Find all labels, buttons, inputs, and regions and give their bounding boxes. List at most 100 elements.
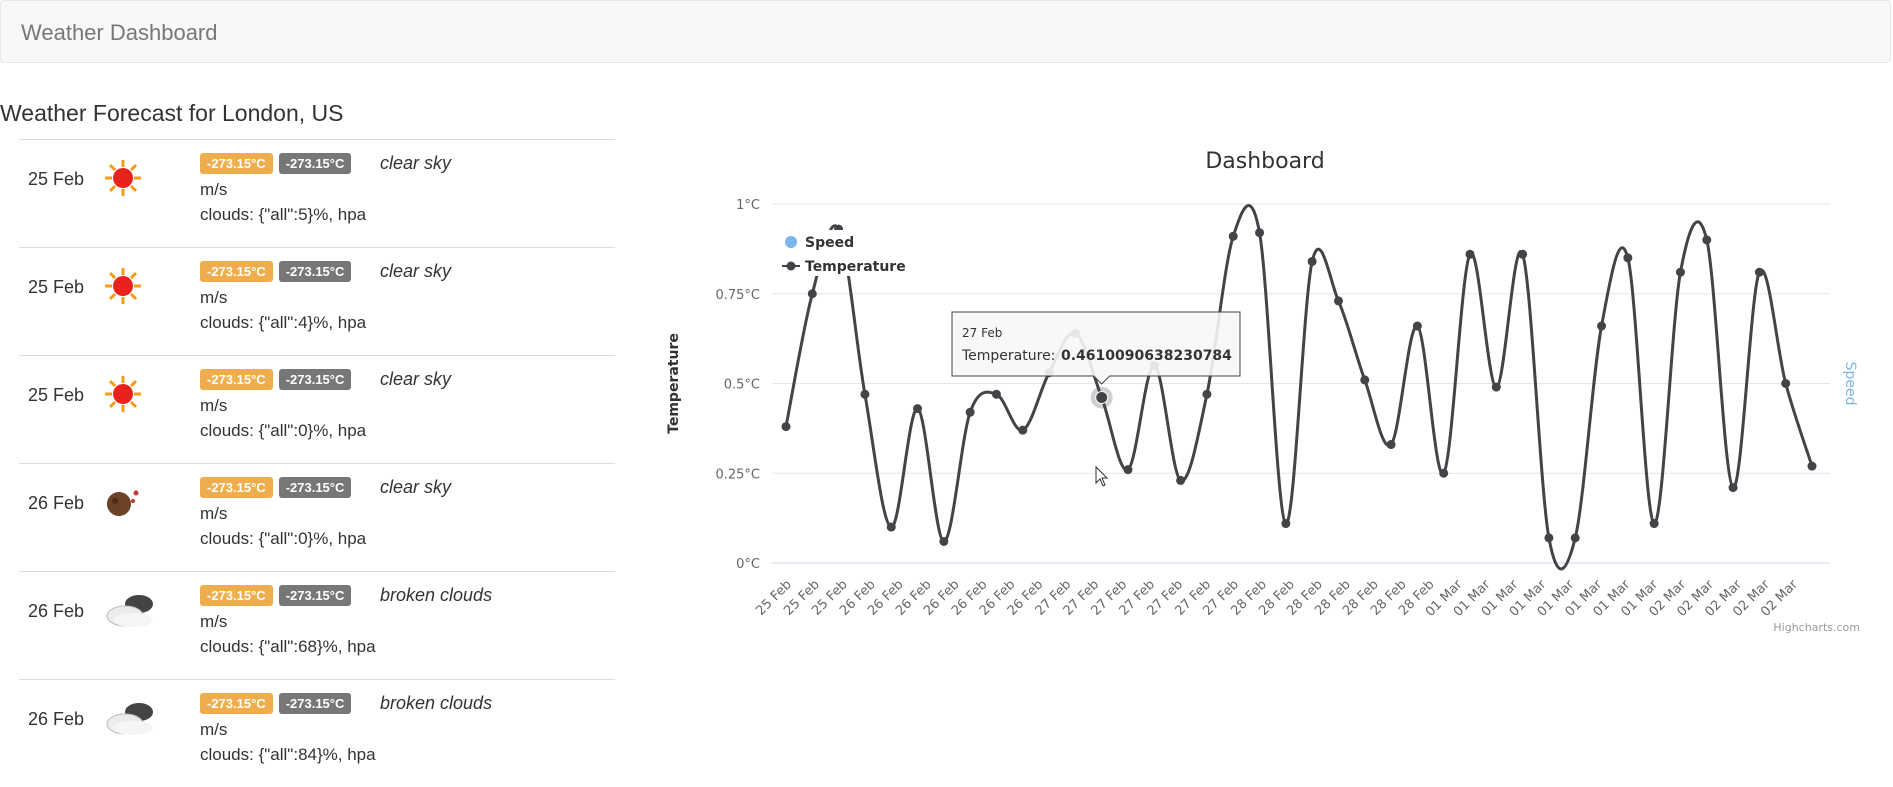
sun-icon: [103, 158, 153, 198]
y-axis-right-label: Speed: [1842, 362, 1858, 406]
weather-description: clear sky: [380, 369, 452, 389]
sun-icon: [103, 374, 153, 414]
temperature-point: [1307, 256, 1317, 266]
temperature-point: [1360, 375, 1370, 385]
temperature-point: [991, 389, 1001, 399]
temp-badges: -273.15°C -273.15°C: [200, 585, 357, 606]
temperature-point: [1754, 267, 1764, 277]
temp-min-badge: -273.15°C: [278, 153, 352, 174]
temperature-point: [860, 389, 870, 399]
temperature-series-line: [784, 204, 1814, 571]
temp-badges: -273.15°C -273.15°C: [200, 261, 357, 282]
weather-description: broken clouds: [380, 693, 493, 713]
wind-speed: m/s: [200, 504, 228, 523]
forecast-row: 26 Feb -273.15°C -273.15°C broken clouds …: [19, 679, 615, 787]
cloud-info: clouds: {"all":4}%, hpa: [200, 313, 367, 332]
wind-speed: m/s: [200, 180, 228, 199]
temperature-point: [1649, 519, 1659, 529]
temperature-point: [807, 289, 817, 299]
y-tick-label: 0.75°C: [715, 288, 760, 303]
y-tick-label: 1°C: [736, 198, 760, 213]
temperature-point: [1018, 425, 1028, 435]
temperature-point: [1491, 382, 1501, 392]
chart-credits[interactable]: Highcharts.com: [1773, 621, 1860, 634]
forecast-date: 25 Feb: [28, 277, 85, 297]
cloud-info: clouds: {"all":84}%, hpa: [200, 745, 376, 764]
y-axis-label: Temperature: [666, 333, 682, 434]
y-tick-label: 0.25°C: [715, 467, 760, 482]
temperature-point: [781, 422, 791, 432]
legend-temp-marker: [786, 261, 796, 271]
temp-badges: -273.15°C -273.15°C: [200, 693, 357, 714]
weather-description: clear sky: [380, 153, 452, 173]
legend-speed-marker: [785, 236, 797, 248]
dashboard-chart[interactable]: Dashboard 0°C 0.25°C 0.5°C 0.75°C 1°C Temperat…: [660, 130, 1880, 640]
wind-speed: m/s: [200, 720, 228, 739]
y-tick-label: 0°C: [736, 557, 760, 572]
temperature-point: [1255, 228, 1265, 238]
chart-tooltip: 27 Feb Temperature: 0.4610090638230784: [951, 311, 1241, 385]
temp-max-badge: -273.15°C: [200, 261, 273, 282]
temperature-point: [886, 522, 896, 532]
forecast-date: 25 Feb: [28, 385, 85, 405]
cloud-icon: [103, 590, 153, 630]
forecast-row: 26 Feb -273.15°C -273.15°C clear sky m/s …: [19, 463, 615, 571]
cloud-icon: [103, 698, 153, 738]
forecast-date: 26 Feb: [28, 493, 85, 513]
y-tick-label: 0.5°C: [724, 378, 760, 393]
wind-speed: m/s: [200, 612, 228, 631]
hover-point: [1095, 391, 1109, 405]
temp-min-badge: -273.15°C: [278, 585, 352, 606]
temperature-point: [1570, 533, 1580, 543]
temperature-point: [1807, 461, 1817, 471]
forecast-row: 25 Feb -273.15°C -273.15°C clear sky m/s …: [19, 139, 615, 247]
forecast-list: 25 Feb -273.15°C -273.15°C clear sky m/s …: [19, 139, 615, 787]
temperature-point: [1386, 440, 1396, 450]
navbar-brand[interactable]: Weather Dashboard: [21, 20, 218, 46]
chart-legend: Speed Temperature: [780, 230, 910, 276]
moon-icon: [103, 482, 153, 522]
temperature-point: [1465, 249, 1475, 259]
legend-speed-label: Speed: [805, 235, 854, 251]
temp-min-badge: -273.15°C: [278, 477, 352, 498]
legend-temperature-label: Temperature: [805, 259, 906, 275]
forecast-row: 25 Feb -273.15°C -273.15°C clear sky m/s …: [19, 355, 615, 463]
forecast-row: 25 Feb -273.15°C -273.15°C clear sky m/s …: [19, 247, 615, 355]
temperature-point: [1623, 253, 1633, 263]
temperature-point: [1675, 267, 1685, 277]
tooltip-label: Temperature:: [961, 348, 1055, 364]
temp-badges: -273.15°C -273.15°C: [200, 369, 357, 390]
temperature-point: [1123, 465, 1133, 475]
temp-badges: -273.15°C -273.15°C: [200, 477, 357, 498]
temperature-point: [1781, 379, 1791, 388]
wind-speed: m/s: [200, 288, 228, 307]
temp-min-badge: -273.15°C: [278, 369, 352, 390]
temperature-point: [913, 404, 923, 414]
tooltip-value: 0.4610090638230784: [1061, 348, 1232, 364]
forecast-row: 26 Feb -273.15°C -273.15°C broken clouds …: [19, 571, 615, 679]
mouse-cursor-icon: [1095, 465, 1109, 487]
forecast-date: 25 Feb: [28, 169, 85, 189]
sun-icon: [103, 266, 153, 306]
temp-badges: -273.15°C -273.15°C: [200, 153, 357, 174]
temperature-point: [1518, 249, 1528, 259]
weather-description: broken clouds: [380, 585, 493, 605]
temperature-point: [1202, 389, 1212, 399]
temperature-point: [1228, 231, 1238, 241]
navbar: Weather Dashboard: [0, 0, 1891, 63]
forecast-date: 26 Feb: [28, 709, 85, 729]
temperature-point: [1439, 468, 1449, 478]
cloud-info: clouds: {"all":5}%, hpa: [200, 205, 367, 224]
temperature-point: [1728, 483, 1738, 493]
temperature-point: [1333, 296, 1343, 306]
forecast-title: Weather Forecast for London, US: [0, 100, 344, 126]
temperature-point: [1544, 533, 1554, 543]
temperature-point: [965, 407, 975, 417]
temp-max-badge: -273.15°C: [200, 477, 273, 498]
wind-speed: m/s: [200, 396, 228, 415]
temp-min-badge: -273.15°C: [278, 261, 352, 282]
temp-max-badge: -273.15°C: [200, 585, 273, 606]
temperature-point: [1597, 321, 1607, 331]
tooltip-date: 27 Feb: [962, 326, 1002, 340]
cloud-info: clouds: {"all":0}%, hpa: [200, 529, 367, 548]
